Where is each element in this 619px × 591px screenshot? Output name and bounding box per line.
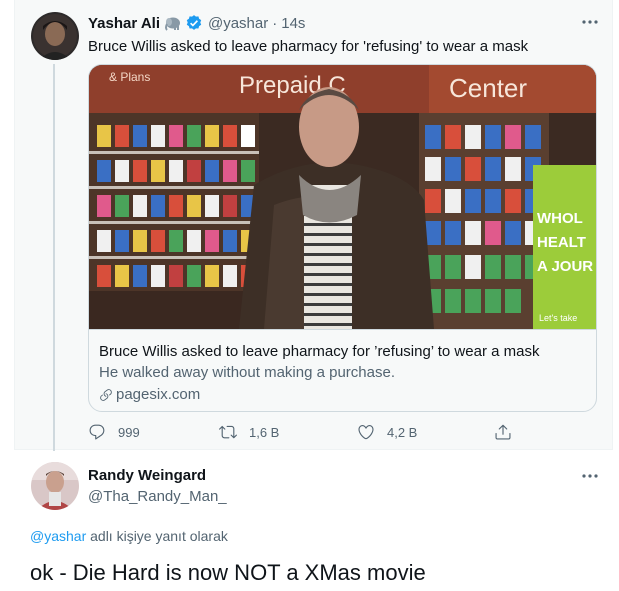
- side-sign-line-4: Let's take: [539, 313, 577, 323]
- avatar-randy[interactable]: [31, 462, 79, 510]
- side-sign-line-3: A JOUR: [537, 258, 593, 275]
- avatar-image: [31, 12, 79, 60]
- reply-icon: [89, 424, 105, 440]
- retweet-button[interactable]: 1,6 B: [219, 423, 279, 441]
- reply-more-options-icon[interactable]: [580, 466, 600, 486]
- share-button[interactable]: [494, 423, 524, 441]
- reply-author-name[interactable]: Randy Weingard: [88, 467, 206, 484]
- left-shelves: [89, 113, 259, 329]
- author-handle[interactable]: @yashar: [208, 15, 268, 32]
- reply-author-handle[interactable]: @Tha_Randy_Man_: [88, 488, 227, 505]
- replying-to-suffix: adlı kişiye yanıt olarak: [90, 528, 228, 544]
- card-domain[interactable]: pagesix.com: [99, 385, 588, 405]
- reply-button[interactable]: 999: [88, 423, 140, 441]
- separator-dot: ·: [272, 14, 278, 32]
- elephant-icon: [164, 15, 182, 31]
- link-preview-card[interactable]: & Plans Prepaid C Center WHOL HEALT A JO…: [88, 64, 597, 412]
- like-button[interactable]: 4,2 B: [357, 423, 417, 441]
- replying-to-mention[interactable]: @yashar: [30, 528, 86, 544]
- card-domain-text[interactable]: pagesix.com: [116, 385, 200, 405]
- link-icon: [100, 389, 112, 401]
- more-options-icon[interactable]: [580, 12, 600, 32]
- retweet-count: 1,6 B: [249, 424, 280, 440]
- author-name[interactable]: Yashar Ali: [88, 15, 160, 32]
- reply-count: 999: [118, 424, 140, 440]
- right-shelves: [419, 113, 549, 329]
- card-image[interactable]: & Plans Prepaid C Center WHOL HEALT A JO…: [89, 65, 596, 329]
- thread-connector-line: [53, 64, 55, 451]
- card-title[interactable]: Bruce Willis asked to leave pharmacy for…: [99, 342, 588, 362]
- avatar-yashar[interactable]: [31, 12, 79, 60]
- avatar-image: [31, 462, 79, 510]
- tweet-header: Yashar Ali @yashar · 14s: [88, 14, 305, 32]
- side-sign-line-2: HEALT: [537, 234, 586, 251]
- share-icon: [495, 424, 511, 440]
- replying-to-line: @yashar adlı kişiye yanıt olarak: [30, 528, 228, 544]
- card-text-area[interactable]: Bruce Willis asked to leave pharmacy for…: [89, 329, 596, 411]
- verified-badge-icon: [185, 14, 203, 32]
- like-count: 4,2 B: [387, 424, 418, 440]
- sign-plans: & Plans: [109, 70, 150, 84]
- card-description: He walked away without making a purchase…: [99, 364, 395, 381]
- tweet-actions: 999 1,6 B 4,2 B: [0, 423, 619, 443]
- retweet-icon: [219, 425, 237, 439]
- reply-body-text: ok - Die Hard is now NOT a XMas movie: [30, 560, 426, 585]
- tweet-body-text: Bruce Willis asked to leave pharmacy for…: [88, 38, 529, 55]
- heart-icon: [358, 425, 374, 440]
- tweet-timestamp[interactable]: 14s: [281, 15, 305, 32]
- sign-center: Center: [449, 73, 527, 103]
- side-sign-line-1: WHOL: [537, 210, 583, 227]
